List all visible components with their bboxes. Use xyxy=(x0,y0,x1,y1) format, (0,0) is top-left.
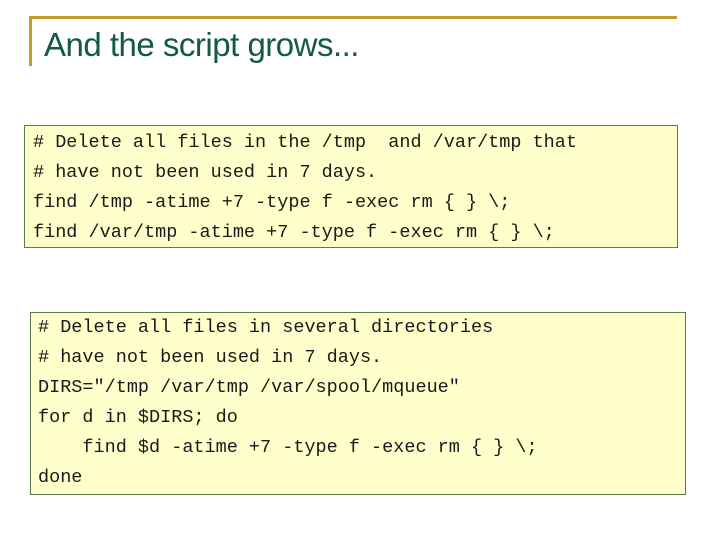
code-line: DIRS="/tmp /var/tmp /var/spool/mqueue" xyxy=(38,377,460,398)
code-line: done xyxy=(38,467,83,488)
code-block-single-dirs: # Delete all files in the /tmp and /var/… xyxy=(24,125,678,248)
code-line: # have not been used in 7 days. xyxy=(38,347,383,368)
code-line: # Delete all files in the /tmp and /var/… xyxy=(33,132,577,153)
code-line: find /var/tmp -atime +7 -type f -exec rm… xyxy=(33,222,555,243)
code-line: for d in $DIRS; do xyxy=(38,407,238,428)
slide-title: And the script grows... xyxy=(44,26,359,63)
code-line: find $d -atime +7 -type f -exec rm { } \… xyxy=(38,437,538,458)
code-line: # have not been used in 7 days. xyxy=(33,162,378,183)
code-line: # Delete all files in several directorie… xyxy=(38,317,494,338)
code-line: find /tmp -atime +7 -type f -exec rm { }… xyxy=(33,192,511,213)
code-block-loop-dirs: # Delete all files in several directorie… xyxy=(30,312,686,495)
